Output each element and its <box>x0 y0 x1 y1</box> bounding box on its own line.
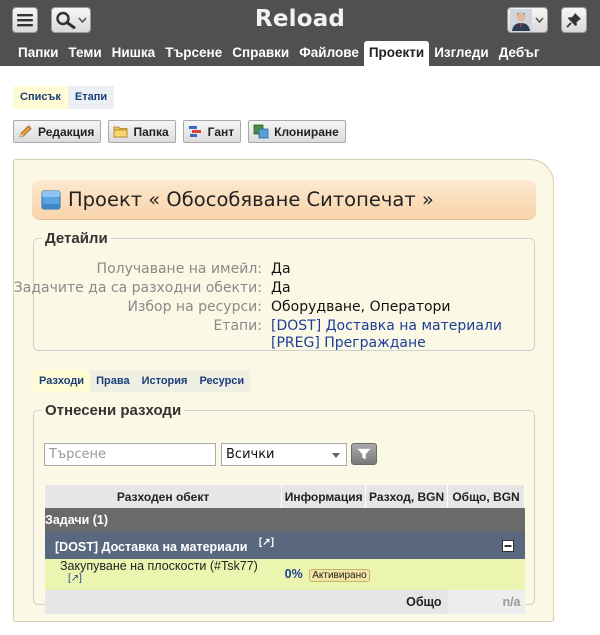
total-value: n/a <box>447 590 525 614</box>
tab-rights[interactable]: Права <box>90 370 136 392</box>
nav-tab-files[interactable]: Файлове <box>294 41 364 66</box>
pin-icon <box>566 13 581 28</box>
nav-tab-topics[interactable]: Теми <box>63 41 106 66</box>
tab-list[interactable]: Списък <box>13 86 68 109</box>
expenses-legend: Отнесени разходи <box>45 402 182 419</box>
tab-history[interactable]: История <box>135 370 194 392</box>
status-badge: Активирано <box>309 569 370 582</box>
column-header[interactable]: Информация <box>281 485 367 508</box>
nav-tab-debug[interactable]: Дебъг <box>494 41 545 66</box>
expenses-table: Разходен обект Информация Разход, BGN Об… <box>45 485 525 614</box>
gantt-button-label: Гант <box>207 124 235 139</box>
external-link-icon[interactable]: [↗] <box>259 537 274 548</box>
clone-button[interactable]: Клониране <box>248 120 346 143</box>
project-icon <box>41 190 61 209</box>
external-link-icon[interactable]: [↗] <box>68 573 82 584</box>
stage-link-preg[interactable]: [PREG] Преграждане <box>271 335 426 351</box>
total-label: Общо <box>45 590 448 614</box>
table-header-row: Разходен обект Информация Разход, BGN Об… <box>45 485 525 508</box>
column-header[interactable]: Общо, BGN <box>447 485 525 508</box>
details-legend: Детайли <box>45 230 108 247</box>
sub-tabs: Списък Етапи <box>13 86 115 109</box>
top-bar: Reload Папки Теми Нишка Търсене Справки … <box>0 0 600 66</box>
column-header[interactable]: Разходен обект <box>45 485 283 508</box>
main-nav: Папки Теми Нишка Търсене Справки Файлове… <box>13 41 544 66</box>
detail-label: Избор на ресурси: <box>127 299 262 315</box>
user-menu-button[interactable] <box>507 7 548 33</box>
chevron-down-icon <box>332 453 340 458</box>
detail-label: Получаване на имейл: <box>96 261 262 277</box>
table-row: Задачи (1) <box>45 508 525 532</box>
column-header[interactable]: Разход, BGN <box>365 485 449 508</box>
subgroup-label: [DOST] Доставка на материали <box>55 540 248 554</box>
pin-button[interactable] <box>561 7 587 33</box>
detail-value: Да <box>271 280 291 296</box>
nav-tab-projects[interactable]: Проекти <box>363 41 430 66</box>
subgroup-cell: [DOST] Доставка на материали [↗] <box>45 532 448 559</box>
collapse-icon[interactable] <box>501 540 514 553</box>
group-label: Задачи (1) <box>45 508 525 532</box>
clone-button-label: Клониране <box>274 124 339 139</box>
task-info-cell: 0% Активирано <box>281 559 525 590</box>
tab-resources[interactable]: Ресурси <box>193 370 251 392</box>
edit-button[interactable]: Редакция <box>13 120 102 143</box>
project-header: Проект « Обособяване Ситопечат » <box>32 180 536 220</box>
gantt-button[interactable]: Гант <box>182 120 242 143</box>
task-cell: Закупуване на плоскости (#Tsk77) [↗] <box>45 559 282 590</box>
folder-button-label: Папка <box>133 124 169 139</box>
detail-label: Задачите да са разходни обекти: <box>13 280 262 296</box>
project-tabs: Разходи Права История Ресурси <box>33 370 251 392</box>
table-row[interactable]: [DOST] Доставка на материали [↗] <box>45 532 525 559</box>
edit-button-label: Редакция <box>38 124 95 139</box>
task-percent: 0% <box>284 567 303 581</box>
tab-expenses[interactable]: Разходи <box>33 370 91 392</box>
table-row: Общо n/a <box>45 590 525 614</box>
toolbar: Редакция Папка Гант Клониране <box>13 120 346 143</box>
nav-tab-folders[interactable]: Папки <box>13 41 63 66</box>
folder-icon <box>114 126 128 138</box>
filter-button[interactable] <box>351 443 377 465</box>
pencil-icon <box>19 125 32 138</box>
subgroup-action-cell <box>447 532 525 559</box>
filter-icon <box>357 448 371 460</box>
tab-stages[interactable]: Етапи <box>67 86 115 109</box>
folder-button[interactable]: Папка <box>108 120 176 143</box>
nav-tab-views[interactable]: Изгледи <box>429 41 493 66</box>
nav-tab-thread[interactable]: Нишка <box>107 41 161 66</box>
detail-value: Да <box>271 261 291 277</box>
nav-tab-reports[interactable]: Справки <box>227 41 294 66</box>
project-panel: Проект « Обособяване Ситопечат » Детайли… <box>13 159 554 622</box>
project-title: Проект « Обособяване Ситопечат » <box>68 188 434 211</box>
search-input[interactable] <box>44 443 216 466</box>
expenses-section: Отнесени разходи Всички Разходен обект И… <box>33 402 535 614</box>
chevron-down-icon <box>535 17 544 24</box>
filter-select-value: Всички <box>226 447 275 462</box>
table-row[interactable]: Закупуване на плоскости (#Tsk77) [↗] 0% … <box>45 559 525 590</box>
details-section: Детайли Получаване на имейл: Да Задачите… <box>14 230 535 351</box>
stage-link-dost[interactable]: [DOST] Доставка на материали <box>271 318 502 334</box>
clone-icon <box>253 124 269 139</box>
filter-select[interactable]: Всички <box>221 443 347 466</box>
avatar <box>510 9 532 31</box>
gantt-icon <box>188 126 201 137</box>
detail-value: Оборудване, Оператори <box>271 299 451 315</box>
task-name: Закупуване на плоскости (#Tsk77) <box>60 559 258 573</box>
nav-tab-search[interactable]: Търсене <box>160 41 227 66</box>
detail-label: Етапи: <box>213 318 262 334</box>
